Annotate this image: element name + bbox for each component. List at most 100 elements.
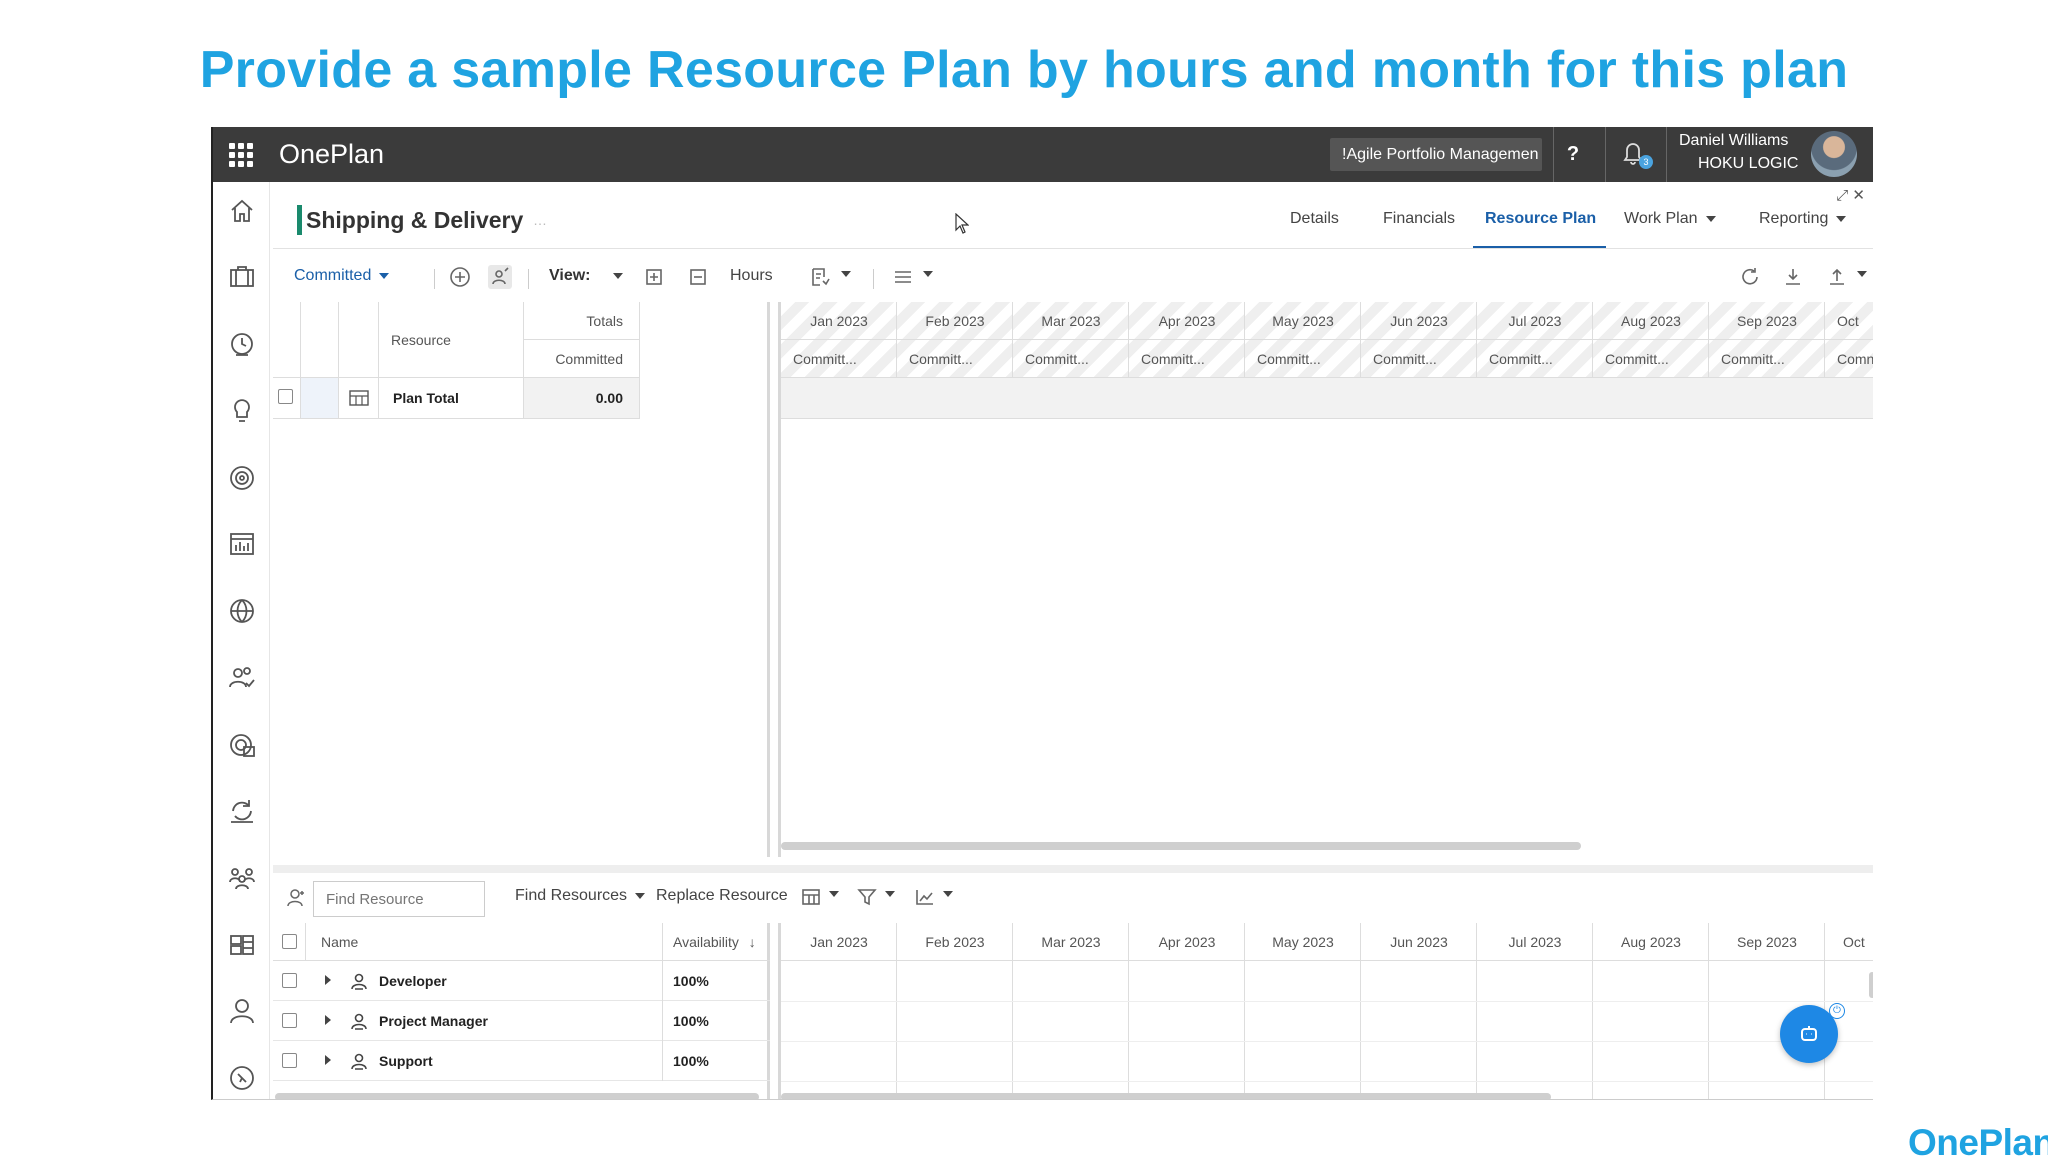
brand-name[interactable]: OnePlan — [279, 139, 384, 170]
availability-column-header[interactable]: Availability ↓ — [673, 934, 756, 950]
export-table-icon[interactable] — [808, 265, 832, 289]
committed-header[interactable]: Committed — [524, 340, 640, 378]
month-total-cell[interactable] — [1013, 378, 1129, 419]
power-icon[interactable]: ⏻ — [1829, 1003, 1845, 1019]
teams-icon[interactable] — [227, 863, 257, 893]
filter-icon[interactable] — [855, 885, 879, 909]
tab-work-plan[interactable]: Work Plan — [1624, 210, 1716, 228]
totals-header[interactable]: Totals — [524, 302, 640, 340]
app-launcher-icon[interactable] — [229, 143, 253, 167]
month-header[interactable]: Apr 2023 — [1129, 923, 1245, 961]
cycle-icon[interactable] — [227, 796, 257, 826]
menu-dropdown[interactable] — [915, 265, 933, 283]
globe-icon[interactable] — [227, 596, 257, 626]
month-total-cell[interactable] — [781, 378, 897, 419]
close-icon[interactable]: ✕ — [1852, 187, 1865, 204]
month-total-cell[interactable] — [1709, 378, 1825, 419]
resources-icon[interactable] — [227, 663, 257, 693]
expand-arrow-icon[interactable] — [325, 975, 331, 985]
row-checkbox[interactable] — [282, 1013, 297, 1028]
refresh-icon[interactable] — [1738, 265, 1762, 289]
month-header[interactable]: Sep 2023 — [1709, 923, 1825, 961]
month-header[interactable]: Mar 2023 — [1013, 923, 1129, 961]
month-header[interactable]: Apr 2023 — [1129, 302, 1245, 340]
month-header[interactable]: Aug 2023 — [1593, 923, 1709, 961]
month-header[interactable]: Oct — [1825, 923, 1873, 961]
month-header[interactable]: Aug 2023 — [1593, 302, 1709, 340]
project-more-icon[interactable]: … — [533, 212, 547, 228]
export-dropdown[interactable] — [833, 265, 851, 283]
month-total-cell[interactable] — [1477, 378, 1593, 419]
hours-toggle[interactable]: Hours — [730, 267, 773, 285]
home-icon[interactable] — [227, 196, 257, 226]
month-header[interactable]: Jul 2023 — [1477, 302, 1593, 340]
grid-layout-dropdown[interactable] — [821, 885, 839, 903]
tab-reporting[interactable]: Reporting — [1759, 210, 1847, 228]
chart-icon[interactable] — [913, 885, 937, 909]
row-checkbox[interactable] — [282, 973, 297, 988]
menu-icon[interactable] — [891, 265, 915, 289]
portfolio-selector[interactable]: !Agile Portfolio Managemen — [1330, 138, 1542, 171]
timesheet-icon[interactable] — [227, 329, 257, 359]
select-all-checkbox[interactable] — [282, 934, 297, 949]
month-header[interactable]: Feb 2023 — [897, 923, 1013, 961]
profile-icon[interactable] — [227, 996, 257, 1026]
vertical-scrollbar[interactable] — [1869, 972, 1873, 998]
expand-all-icon[interactable] — [642, 265, 666, 289]
resource-column-header[interactable]: Resource — [379, 302, 524, 378]
list-item[interactable]: Developer 100% — [273, 961, 770, 1001]
month-total-cell[interactable] — [1361, 378, 1477, 419]
month-header[interactable]: Jan 2023 — [781, 923, 897, 961]
month-total-cell[interactable] — [1825, 378, 1873, 419]
boards-icon[interactable] — [227, 930, 257, 960]
row-checkbox[interactable] — [278, 389, 293, 404]
month-total-cell[interactable] — [1245, 378, 1361, 419]
horizontal-scrollbar[interactable] — [275, 1093, 759, 1099]
goals-icon[interactable] — [227, 463, 257, 493]
row-checkbox[interactable] — [282, 1053, 297, 1068]
committed-dropdown[interactable]: Committed — [294, 267, 390, 285]
month-header[interactable]: Mar 2023 — [1013, 302, 1129, 340]
reports-icon[interactable] — [227, 529, 257, 559]
horizontal-scrollbar[interactable] — [781, 1093, 1551, 1099]
month-header[interactable]: Jun 2023 — [1361, 302, 1477, 340]
grid-layout-icon[interactable] — [799, 885, 823, 909]
collapse-all-icon[interactable] — [686, 265, 710, 289]
upload-dropdown[interactable] — [1849, 265, 1867, 283]
name-column-header[interactable]: Name — [321, 934, 358, 950]
month-header[interactable]: Feb 2023 — [897, 302, 1013, 340]
filter-dropdown[interactable] — [877, 885, 895, 903]
month-header[interactable]: Sep 2023 — [1709, 302, 1825, 340]
month-header[interactable]: Jan 2023 — [781, 302, 897, 340]
upload-icon[interactable] — [1825, 265, 1849, 289]
month-header[interactable]: Oct — [1825, 302, 1873, 340]
add-circle-icon[interactable] — [448, 265, 472, 289]
horizontal-scrollbar[interactable] — [781, 842, 1581, 850]
expand-icon[interactable]: ⤢ — [1836, 187, 1848, 204]
month-header[interactable]: Jun 2023 — [1361, 923, 1477, 961]
assign-resource-icon[interactable] — [488, 265, 512, 289]
download-icon[interactable] — [1781, 265, 1805, 289]
month-total-cell[interactable] — [1593, 378, 1709, 419]
ideas-icon[interactable] — [227, 396, 257, 426]
view-dropdown[interactable]: View: — [549, 267, 623, 285]
tab-financials[interactable]: Financials — [1383, 210, 1455, 228]
replace-resource-button[interactable]: Replace Resource — [656, 887, 788, 905]
find-resources-dropdown[interactable]: Find Resources — [515, 887, 646, 905]
tab-resource-plan[interactable]: Resource Plan — [1485, 210, 1596, 228]
month-total-cell[interactable] — [1129, 378, 1245, 419]
chart-dropdown[interactable] — [935, 885, 953, 903]
portfolio-icon[interactable] — [227, 262, 257, 292]
analytics-icon[interactable] — [227, 730, 257, 760]
list-item[interactable]: Project Manager 100% — [273, 1001, 770, 1041]
help-button[interactable]: ? — [1558, 139, 1588, 169]
month-header[interactable]: May 2023 — [1245, 923, 1361, 961]
list-item[interactable]: Support 100% — [273, 1041, 770, 1081]
month-header[interactable]: May 2023 — [1245, 302, 1361, 340]
user-name[interactable]: Daniel Williams — [1679, 132, 1788, 150]
notifications-button[interactable]: 3 — [1621, 139, 1653, 171]
tab-details[interactable]: Details — [1290, 210, 1339, 228]
expand-arrow-icon[interactable] — [325, 1055, 331, 1065]
avatar[interactable] — [1811, 131, 1857, 177]
compass-icon[interactable] — [227, 1063, 257, 1093]
